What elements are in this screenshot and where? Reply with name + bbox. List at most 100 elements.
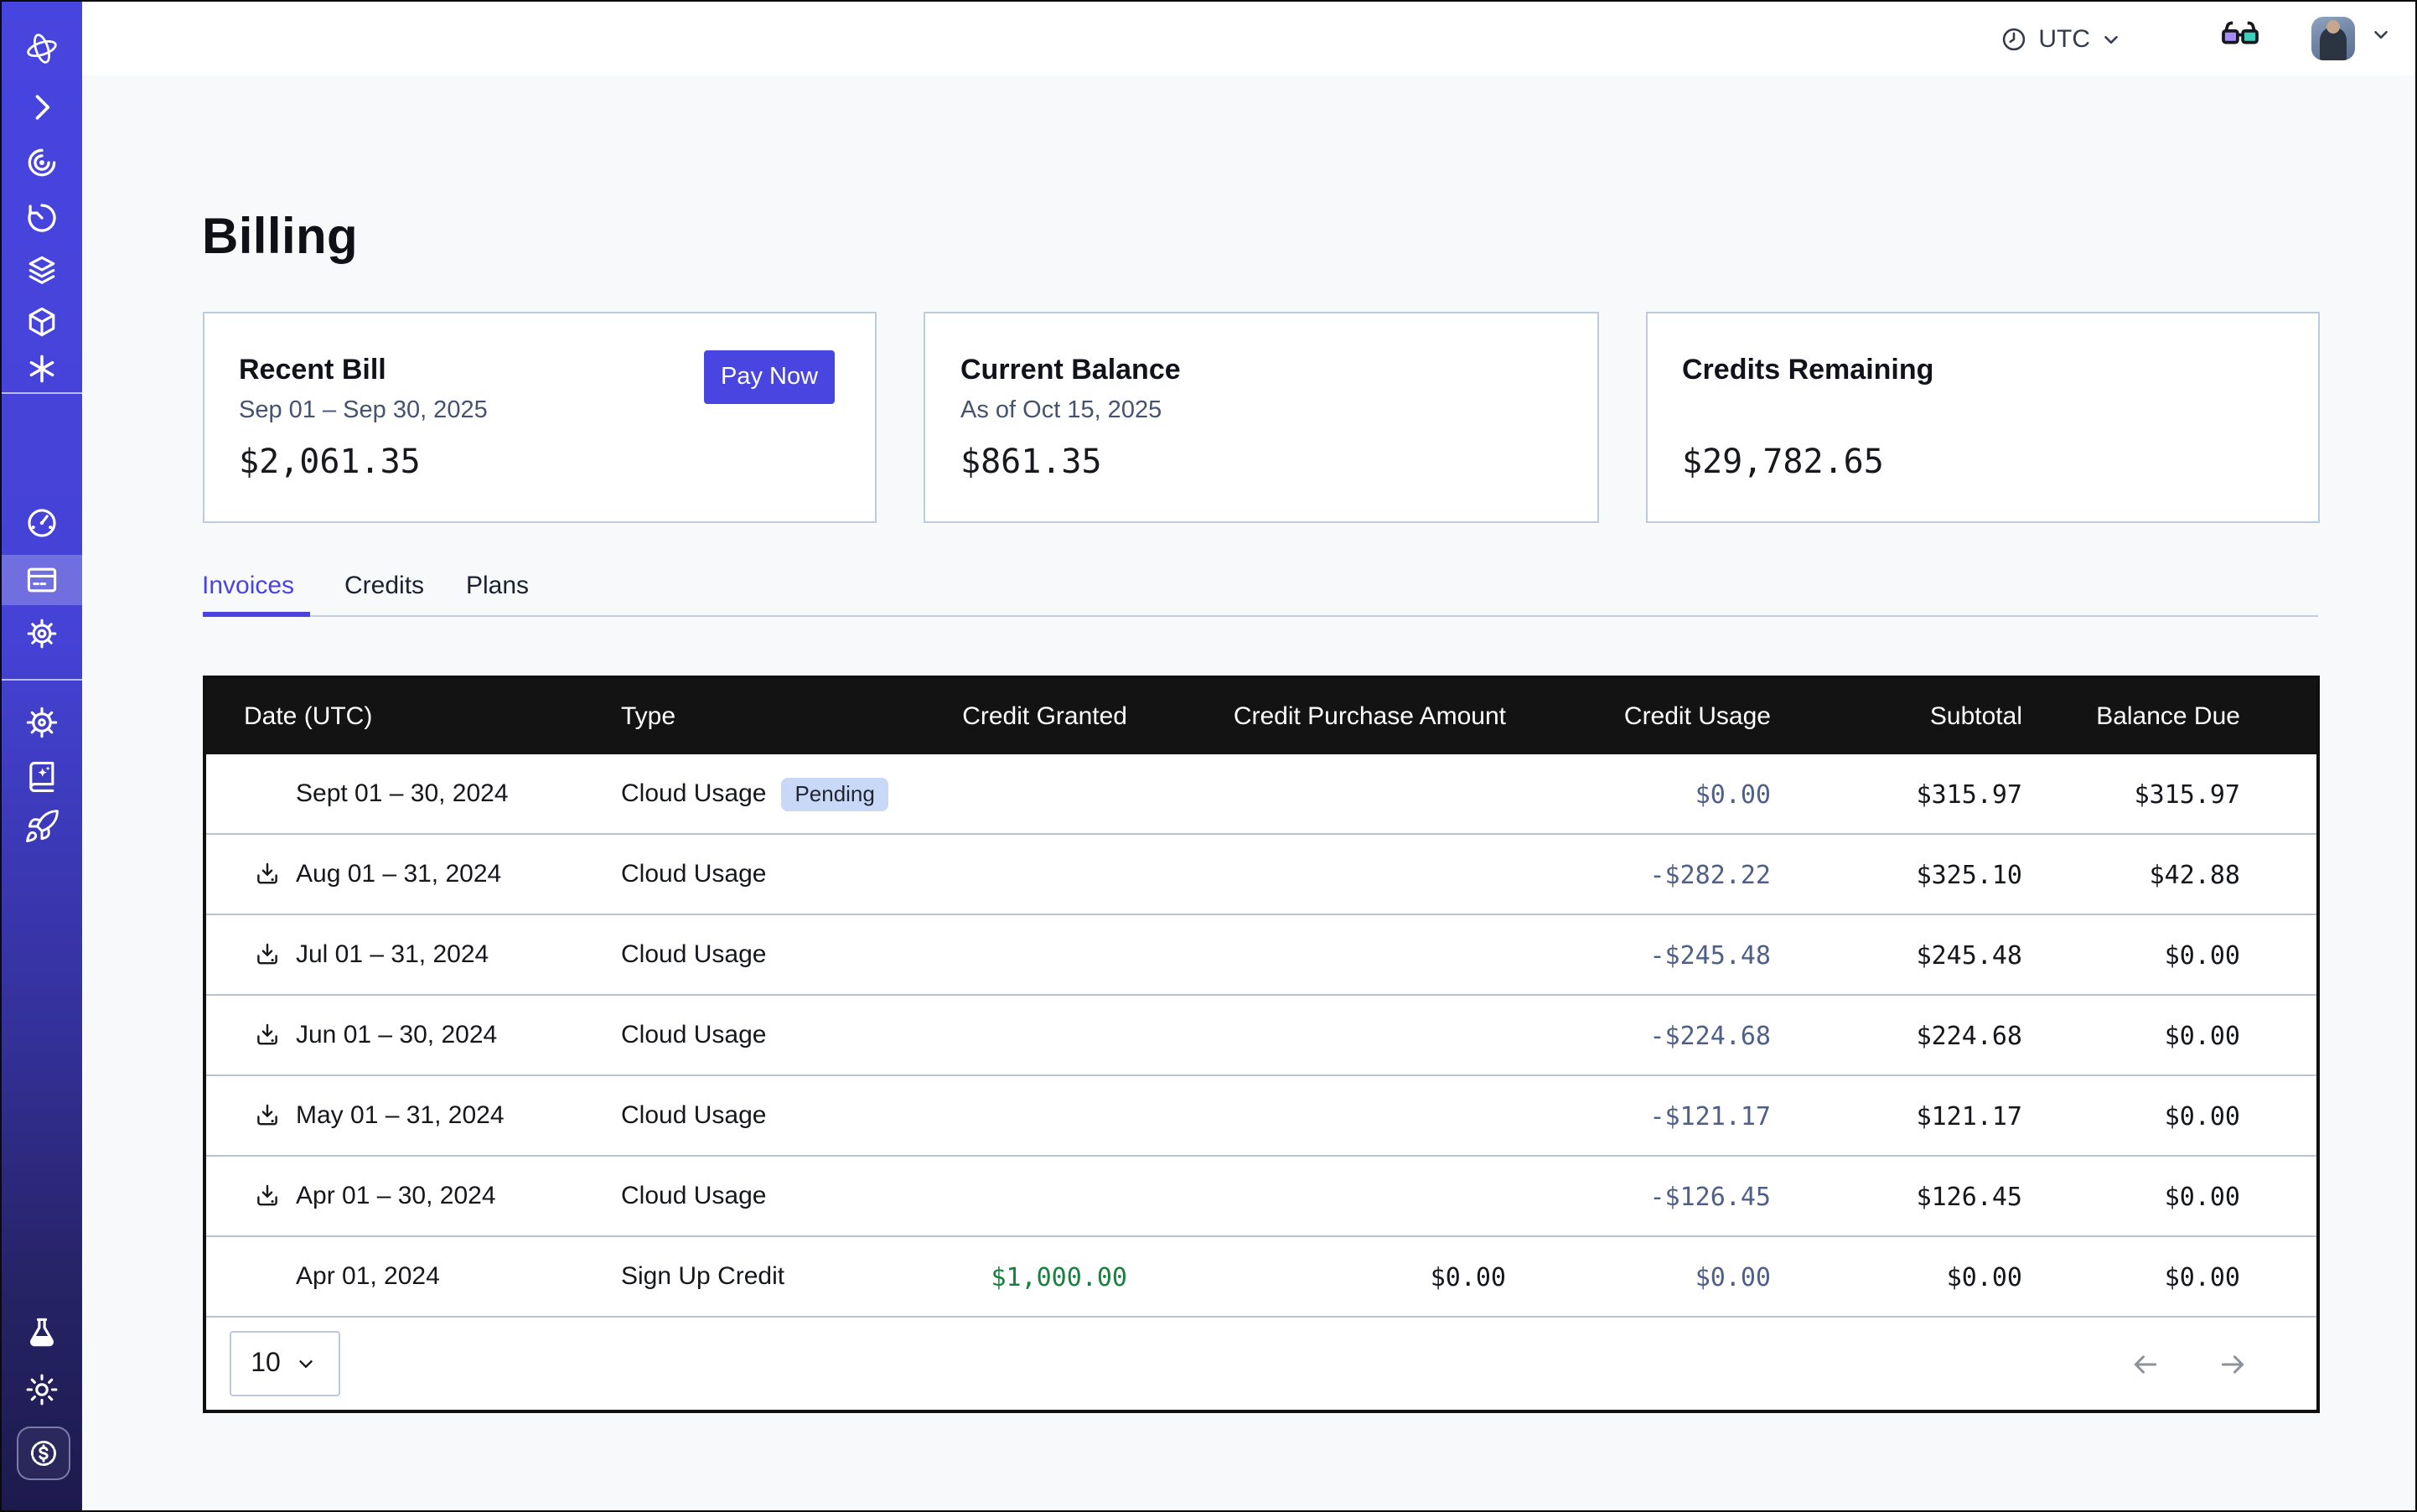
invoice-type: Cloud Usage [621,860,766,888]
billing-card-icon [23,562,60,598]
cell-date: Apr 01 – 30, 2024 [205,1156,621,1236]
prev-page-button[interactable] [2128,1347,2161,1380]
sidebar-item-launch[interactable] [2,800,82,853]
sidebar-item-dashboard[interactable] [2,496,82,550]
sidebar-item-logo[interactable] [2,22,82,75]
cell-balance-due: $315.97 [2022,754,2316,834]
download-invoice-icon[interactable] [252,1021,281,1049]
cell-subtotal: $245.48 [1771,914,2022,995]
sidebar-item-settings[interactable] [2,607,82,660]
recent-bill-card: Recent Bill Sep 01 – Sep 30, 2025 $2,061… [202,311,877,522]
invoice-row: Jun 01 – 30, 2024 Cloud Usage-$224.68$22… [205,995,2316,1075]
table-header-row: Date (UTC)TypeCredit GrantedCredit Purch… [205,679,2316,754]
active-tab-indicator [202,612,310,617]
column-header-7: Balance Due [2022,679,2316,754]
helm-icon [23,704,60,741]
invoice-row: Apr 01 – 30, 2024 Cloud Usage-$126.45$12… [205,1156,2316,1236]
sidebar-divider [2,679,82,681]
download-invoice-icon[interactable] [252,1182,281,1210]
cell-credit-purchase [1127,995,1506,1075]
download-invoice-icon[interactable] [252,940,281,969]
credits-remaining-card: Credits Remaining $29,782.65 [1645,311,2320,522]
sidebar-item-expand[interactable] [2,80,82,134]
invoice-date: Jul 01 – 31, 2024 [296,940,489,969]
sidebar-item-theme[interactable] [2,1363,82,1416]
cell-type: Cloud Usage [621,995,960,1075]
invoice-date: Apr 01 – 30, 2024 [296,1182,496,1210]
column-header-1: Date (UTC) [205,679,621,754]
cell-type: Sign Up Credit [621,1236,960,1316]
column-header-6: Subtotal [1771,679,2022,754]
cell-credit-granted [960,754,1127,834]
cell-date: Aug 01 – 31, 2024 [205,834,621,914]
invoice-date: Aug 01 – 31, 2024 [296,860,501,888]
cell-credit-granted [960,1075,1127,1156]
cell-credit-granted [960,914,1127,995]
timezone-label: UTC [2038,24,2090,53]
cell-credit-purchase [1127,1156,1506,1236]
sidebar-item-layers[interactable] [2,243,82,297]
logo-orbit-icon [23,30,60,67]
app-window: UTC Billing Recent Bill Sep 01 – Sep [0,0,2417,1512]
tab-plans[interactable]: Plans [466,572,529,600]
cell-type: Cloud UsagePending [621,754,960,834]
invoice-date: May 01 – 31, 2024 [296,1101,505,1130]
cell-credit-granted: $1,000.00 [960,1236,1127,1316]
sidebar-item-history[interactable] [2,191,82,245]
cell-type: Cloud Usage [621,1156,960,1236]
sun-icon [23,1371,60,1408]
timezone-selector[interactable]: UTC [2000,24,2122,53]
cell-balance-due: $0.00 [2022,1075,2316,1156]
card-title: Recent Bill [239,353,386,386]
sidebar-item-credits[interactable] [17,1427,70,1480]
pay-now-button[interactable]: Pay Now [704,350,835,403]
billing-tabs: Invoices Credits Plans [202,572,2318,619]
page-title: Billing [202,210,358,267]
tab-invoices[interactable]: Invoices [202,572,294,600]
arrow-left-icon [2128,1347,2161,1380]
cell-balance-due: $42.88 [2022,834,2316,914]
sidebar-item-observe[interactable] [2,136,82,189]
arrow-right-icon [2215,1347,2249,1380]
cell-date: Sept 01 – 30, 2024 [205,754,621,834]
chevron-down-icon [296,1353,318,1375]
card-amount: $2,061.35 [239,440,421,480]
next-page-button[interactable] [2215,1347,2249,1380]
tab-credits[interactable]: Credits [344,572,424,600]
sidebar-item-labs[interactable] [2,1306,82,1359]
page-size-select[interactable]: 10 [229,1331,339,1396]
invoice-type: Cloud Usage [621,1101,766,1130]
cell-subtotal: $121.17 [1771,1075,2022,1156]
cell-credit-usage: -$224.68 [1506,995,1771,1075]
cell-credit-purchase [1127,914,1506,995]
chevron-right-icon [23,89,60,126]
cell-credit-usage: -$282.22 [1506,834,1771,914]
cell-balance-due: $0.00 [2022,1156,2316,1236]
cell-credit-granted [960,995,1127,1075]
clock-icon [2000,24,2028,53]
invoice-type: Cloud Usage [621,1182,766,1210]
cell-balance-due: $0.00 [2022,914,2316,995]
scan-eye-icon [23,144,60,181]
sidebar-item-packages[interactable] [2,295,82,349]
sidebar-item-billing[interactable] [2,555,82,605]
table-footer: 10 [205,1316,2316,1410]
avatar[interactable] [2311,17,2355,60]
sidebar-divider [2,392,82,394]
cell-subtotal: $325.10 [1771,834,2022,914]
cell-credit-usage: -$121.17 [1506,1075,1771,1156]
account-chevron-down-icon[interactable] [2370,23,2392,54]
sidebar-item-support[interactable] [2,696,82,749]
sidebar-item-asterisk[interactable] [2,342,82,396]
sidebar-item-docs[interactable] [2,749,82,803]
download-invoice-icon[interactable] [252,1101,281,1130]
history-icon [23,199,60,236]
cell-date: Jun 01 – 30, 2024 [205,995,621,1075]
invoice-row: Apr 01, 2024 Sign Up Credit$1,000.00$0.0… [205,1236,2316,1316]
theater-glasses-icon[interactable] [2219,13,2261,64]
card-amount: $861.35 [960,440,1102,480]
cell-date: Jul 01 – 31, 2024 [205,914,621,995]
cell-subtotal: $315.97 [1771,754,2022,834]
download-invoice-icon[interactable] [252,860,281,888]
sidebar [2,2,82,1510]
